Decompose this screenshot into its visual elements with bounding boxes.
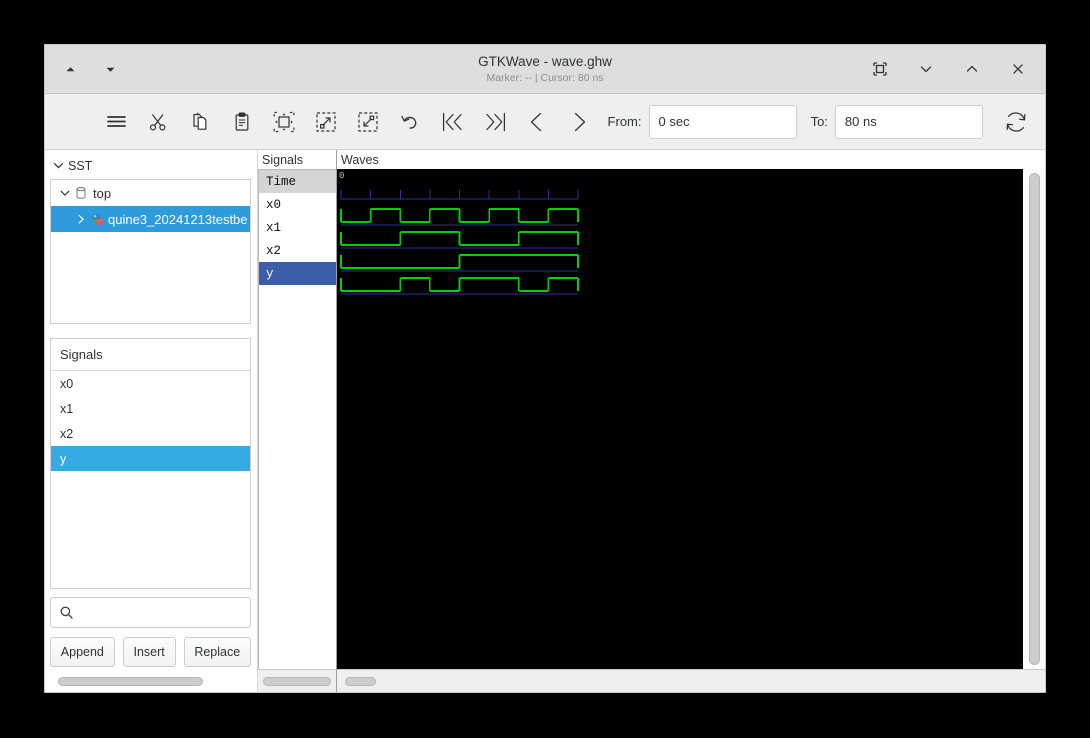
waves-vertical-scrollbar[interactable] bbox=[1023, 169, 1045, 669]
zoom-fit-icon[interactable] bbox=[269, 107, 299, 137]
tree-item-quine3-testbench[interactable]: quine3_20241213testbe bbox=[51, 206, 250, 232]
waves-pane: Waves 0 bbox=[337, 150, 1045, 692]
undo-arrow-icon[interactable] bbox=[395, 107, 425, 137]
scrollbar-thumb[interactable] bbox=[345, 677, 377, 686]
gtkwave-window: GTKWave - wave.ghw Marker: -- | Cursor: … bbox=[44, 44, 1046, 693]
scrollbar-trough[interactable] bbox=[341, 677, 1041, 686]
name-row-x0[interactable]: x0 bbox=[259, 193, 336, 216]
names-horizontal-scrollbar[interactable] bbox=[258, 669, 336, 692]
from-label: From: bbox=[608, 114, 642, 129]
insert-button[interactable]: Insert bbox=[123, 637, 176, 667]
name-row-y-selected[interactable]: y bbox=[259, 262, 336, 285]
waveform-canvas[interactable]: 0 bbox=[337, 169, 1023, 669]
from-input[interactable]: 0 sec bbox=[649, 105, 797, 139]
tree-item-top[interactable]: top bbox=[51, 180, 250, 206]
chevron-down-icon[interactable] bbox=[913, 56, 939, 82]
to-label: To: bbox=[811, 114, 828, 129]
signal-names-list[interactable]: Time x0 x1 x2 y bbox=[258, 169, 336, 669]
signal-names-header: Signals bbox=[258, 150, 336, 169]
list-item[interactable]: x2 bbox=[51, 421, 250, 446]
skip-end-icon[interactable] bbox=[480, 107, 510, 137]
waves-header: Waves bbox=[337, 150, 1045, 169]
to-input[interactable]: 80 ns bbox=[835, 105, 983, 139]
sst-signals-header: Signals bbox=[51, 339, 250, 371]
triangle-down-icon[interactable] bbox=[97, 56, 123, 82]
scrollbar-thumb[interactable] bbox=[263, 677, 330, 686]
sidebar-horizontal-scrollbar[interactable] bbox=[50, 676, 251, 686]
title-bar-left-controls bbox=[45, 56, 123, 82]
sst-section-header[interactable]: SST bbox=[50, 156, 251, 175]
main-toolbar: From: 0 sec To: 80 ns bbox=[45, 94, 1045, 150]
instance-cube-icon bbox=[88, 212, 106, 227]
window-controls bbox=[867, 56, 1045, 82]
replace-button[interactable]: Replace bbox=[184, 637, 251, 667]
zoom-in-icon[interactable] bbox=[353, 107, 383, 137]
module-cylinder-icon bbox=[72, 186, 90, 200]
time-origin-label: 0 bbox=[339, 171, 344, 181]
search-input[interactable] bbox=[50, 597, 251, 628]
scrollbar-thumb[interactable] bbox=[1029, 173, 1040, 665]
chevron-right-icon[interactable] bbox=[564, 107, 594, 137]
copy-icon[interactable] bbox=[185, 107, 215, 137]
clipboard-icon[interactable] bbox=[227, 107, 257, 137]
waves-body: 0 bbox=[337, 169, 1045, 669]
list-item-selected[interactable]: y bbox=[51, 446, 250, 471]
triangle-up-icon[interactable] bbox=[57, 56, 83, 82]
restore-icon[interactable] bbox=[867, 56, 893, 82]
tree-item-label: top bbox=[93, 186, 111, 201]
chevron-up-icon[interactable] bbox=[959, 56, 985, 82]
scrollbar-thumb[interactable] bbox=[58, 677, 203, 686]
signal-action-buttons: Append Insert Replace bbox=[50, 637, 251, 667]
chevron-right-icon[interactable] bbox=[74, 213, 88, 225]
append-button[interactable]: Append bbox=[50, 637, 115, 667]
sst-sidebar: SST top bbox=[45, 150, 258, 692]
tree-item-label: quine3_20241213testbe bbox=[108, 212, 248, 227]
waves-horizontal-scrollbar[interactable] bbox=[337, 669, 1045, 692]
waveform-svg bbox=[337, 169, 1023, 499]
skip-start-icon[interactable] bbox=[438, 107, 468, 137]
reload-circular-icon[interactable] bbox=[1001, 107, 1031, 137]
name-row-time: Time bbox=[259, 170, 336, 193]
sst-signals-list[interactable]: x0 x1 x2 y bbox=[51, 371, 250, 588]
sst-label: SST bbox=[68, 159, 92, 173]
main-body: SST top bbox=[45, 150, 1045, 692]
chevron-down-icon[interactable] bbox=[52, 159, 65, 172]
scrollbar-trough[interactable] bbox=[262, 677, 332, 686]
title-bar: GTKWave - wave.ghw Marker: -- | Cursor: … bbox=[45, 45, 1045, 94]
name-row-x1[interactable]: x1 bbox=[259, 216, 336, 239]
list-item[interactable]: x1 bbox=[51, 396, 250, 421]
chevron-left-icon[interactable] bbox=[522, 107, 552, 137]
name-row-x2[interactable]: x2 bbox=[259, 239, 336, 262]
zoom-out-icon[interactable] bbox=[311, 107, 341, 137]
hamburger-menu-icon[interactable] bbox=[101, 107, 131, 137]
sst-tree[interactable]: top quine3_202412 bbox=[50, 179, 251, 324]
scrollbar-trough[interactable] bbox=[50, 677, 251, 686]
sst-signals-panel: Signals x0 x1 x2 y bbox=[50, 338, 251, 589]
search-icon bbox=[59, 605, 74, 620]
list-item[interactable]: x0 bbox=[51, 371, 250, 396]
search-row bbox=[50, 597, 251, 628]
chevron-down-icon[interactable] bbox=[58, 187, 72, 199]
scissors-icon[interactable] bbox=[143, 107, 173, 137]
scrollbar-trough[interactable] bbox=[1029, 173, 1040, 665]
close-icon[interactable] bbox=[1005, 56, 1031, 82]
signal-names-pane: Signals Time x0 x1 x2 y bbox=[258, 150, 337, 692]
